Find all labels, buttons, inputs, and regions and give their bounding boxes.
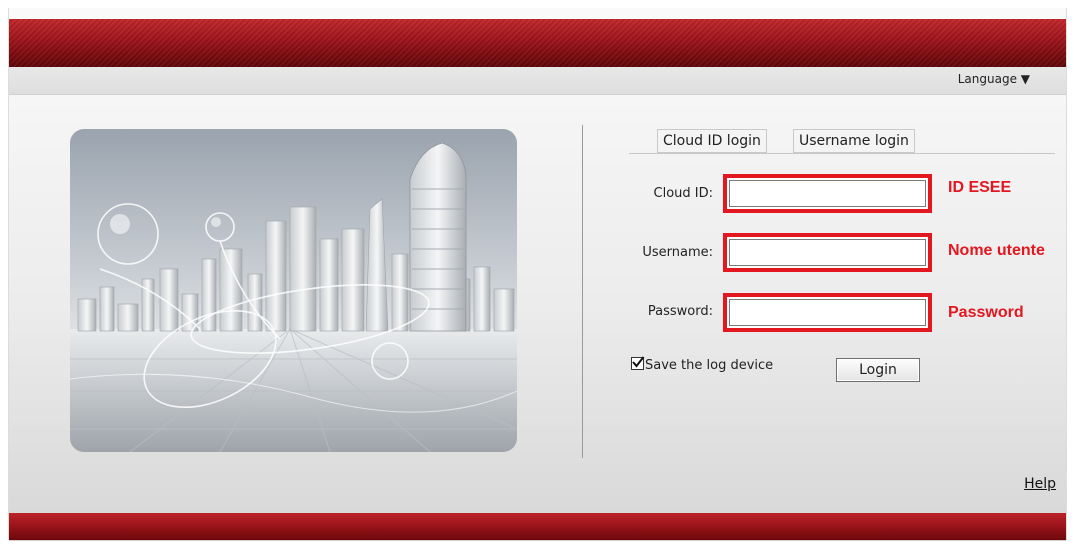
tab-username-login[interactable]: Username login (793, 129, 915, 153)
vertical-divider (582, 125, 583, 458)
tab-cloud-id-login[interactable]: Cloud ID login (657, 129, 767, 153)
username-annotation: Nome utente (948, 242, 1045, 259)
username-label: Username: (642, 245, 713, 260)
password-highlight (723, 293, 932, 332)
password-annotation: Password (948, 304, 1024, 321)
language-bar: Language ▼ (9, 67, 1066, 95)
cloud-id-highlight (723, 174, 932, 213)
save-device-checkbox[interactable] (631, 356, 645, 370)
hero-image-city-skyline (70, 129, 517, 452)
password-input[interactable] (729, 299, 926, 326)
password-label: Password: (647, 304, 713, 319)
help-link[interactable]: Help (1024, 476, 1056, 492)
page-frame: Language ▼ Cloud ID login Username login… (8, 8, 1067, 541)
language-menu[interactable]: Language ▼ (958, 72, 1030, 86)
login-panel: Cloud ID login Username login Cloud ID: … (9, 95, 1066, 513)
check-icon (632, 356, 645, 368)
tab-underline (629, 153, 1055, 154)
bottom-border (9, 540, 1066, 541)
save-device-row: Save the log device (631, 356, 774, 373)
top-header-bar (9, 19, 1066, 67)
cloud-id-input[interactable] (729, 180, 926, 207)
bottom-footer-bar (9, 513, 1066, 540)
login-button[interactable]: Login (836, 358, 920, 382)
username-highlight (723, 233, 932, 272)
cloud-id-annotation: ID ESEE (948, 179, 1012, 196)
save-device-label: Save the log device (645, 358, 774, 373)
cloud-id-label: Cloud ID: (653, 186, 714, 201)
username-input[interactable] (729, 239, 926, 266)
city-skyline-illustration (70, 129, 517, 452)
